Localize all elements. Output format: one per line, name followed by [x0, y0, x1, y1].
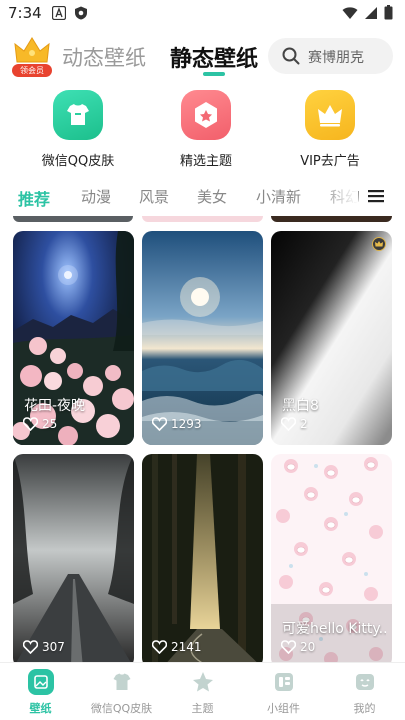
heart-icon[interactable] [23, 640, 38, 654]
wallpaper-image [142, 231, 263, 445]
signal-icon [365, 6, 377, 19]
category-tab-scenery[interactable]: 风景 [139, 186, 169, 207]
bottom-navigation: 壁纸 微信QQ皮肤 主题 小组件 我的 [0, 662, 405, 720]
battery-icon [384, 5, 393, 20]
wallpaper-icon [27, 669, 54, 695]
wallpaper-likes: 1293 [171, 417, 202, 431]
nav-label: 主题 [191, 702, 214, 715]
search-icon [282, 47, 300, 65]
nav-item-profile[interactable]: 我的 [324, 669, 405, 716]
quick-entry-label: VIP去广告 [300, 154, 360, 169]
wallpaper-likes: 307 [42, 640, 65, 654]
heart-icon[interactable] [281, 640, 296, 654]
vip-crown-icon [372, 237, 386, 251]
tab-dynamic-wallpaper[interactable]: 动态壁纸 [62, 42, 146, 72]
top-header: 领会员 动态壁纸 静态壁纸 赛博朋克 [0, 30, 405, 82]
heart-icon[interactable] [152, 640, 167, 654]
category-tab-anime[interactable]: 动漫 [81, 186, 111, 207]
wallpaper-card[interactable]: 2141 [142, 454, 263, 668]
heart-icon[interactable] [23, 417, 38, 431]
nav-item-widget[interactable]: 小组件 [243, 669, 324, 716]
quick-entry-skin[interactable]: 微信QQ皮肤 [18, 90, 138, 169]
menu-icon[interactable] [368, 189, 384, 203]
wallpaper-card[interactable]: 1293 [142, 231, 263, 445]
wallpaper-title: 可爱hello Kitty... [282, 621, 386, 637]
category-tab-fresh[interactable]: 小清新 [256, 186, 301, 207]
nav-item-wallpaper[interactable]: 壁纸 [0, 669, 81, 716]
a-notification-icon [52, 6, 66, 20]
nav-label: 微信QQ皮肤 [90, 702, 153, 715]
quick-entry-vip[interactable]: VIP去广告 [270, 90, 390, 169]
hexagon-star-icon [195, 102, 217, 128]
wallpaper-card[interactable]: 可爱hello Kitty... 20 [271, 454, 392, 668]
category-tab-recommend[interactable]: 推荐 [18, 186, 50, 210]
nav-item-theme[interactable]: 主题 [162, 669, 243, 716]
heart-icon[interactable] [152, 417, 167, 431]
profile-icon [352, 669, 378, 695]
status-time: 7:34 [8, 4, 42, 22]
nav-label: 壁纸 [29, 702, 52, 715]
wallpaper-title: 花田-夜晚 [24, 398, 86, 414]
vip-badge-label: 领会员 [12, 64, 52, 77]
widget-icon [271, 669, 297, 695]
wallpaper-likes: 20 [300, 640, 316, 654]
wallpaper-likes: 2141 [171, 640, 202, 654]
category-tabs: 推荐 动漫 风景 美女 小清新 科幻 [0, 180, 405, 214]
tab-static-wallpaper[interactable]: 静态壁纸 [170, 41, 258, 73]
nav-label: 小组件 [267, 702, 300, 715]
wallpaper-title: 黑白8 [282, 398, 319, 414]
wifi-icon [342, 6, 358, 19]
heart-icon[interactable] [281, 417, 296, 431]
wallpaper-card[interactable]: 307 [13, 454, 134, 668]
crown-icon [318, 105, 342, 127]
quick-entry-theme[interactable]: 精选主题 [146, 90, 266, 169]
search-placeholder: 赛博朋克 [308, 50, 364, 66]
quick-entry-label: 精选主题 [179, 154, 232, 169]
wallpaper-likes: 2 [300, 417, 308, 431]
search-box[interactable]: 赛博朋克 [268, 38, 393, 74]
tshirt-icon [67, 104, 89, 125]
wallpaper-image [13, 454, 134, 668]
category-tab-beauty[interactable]: 美女 [197, 186, 227, 207]
nav-item-skin[interactable]: 微信QQ皮肤 [81, 669, 162, 716]
wallpaper-card[interactable]: 花田-夜晚 25 [13, 231, 134, 445]
wallpaper-card[interactable]: 黑白8 2 [271, 231, 392, 445]
quick-entry-label: 微信QQ皮肤 [41, 154, 115, 169]
vip-badge[interactable]: 领会员 [12, 36, 52, 77]
wallpaper-image [142, 454, 263, 668]
tshirt-icon [109, 669, 135, 695]
active-tab-indicator [203, 72, 225, 76]
status-bar: 7:34 [0, 0, 405, 28]
wallpaper-likes: 25 [42, 417, 58, 431]
theme-icon [190, 669, 216, 695]
shield-notification-icon [75, 6, 87, 20]
nav-label: 我的 [353, 702, 376, 715]
